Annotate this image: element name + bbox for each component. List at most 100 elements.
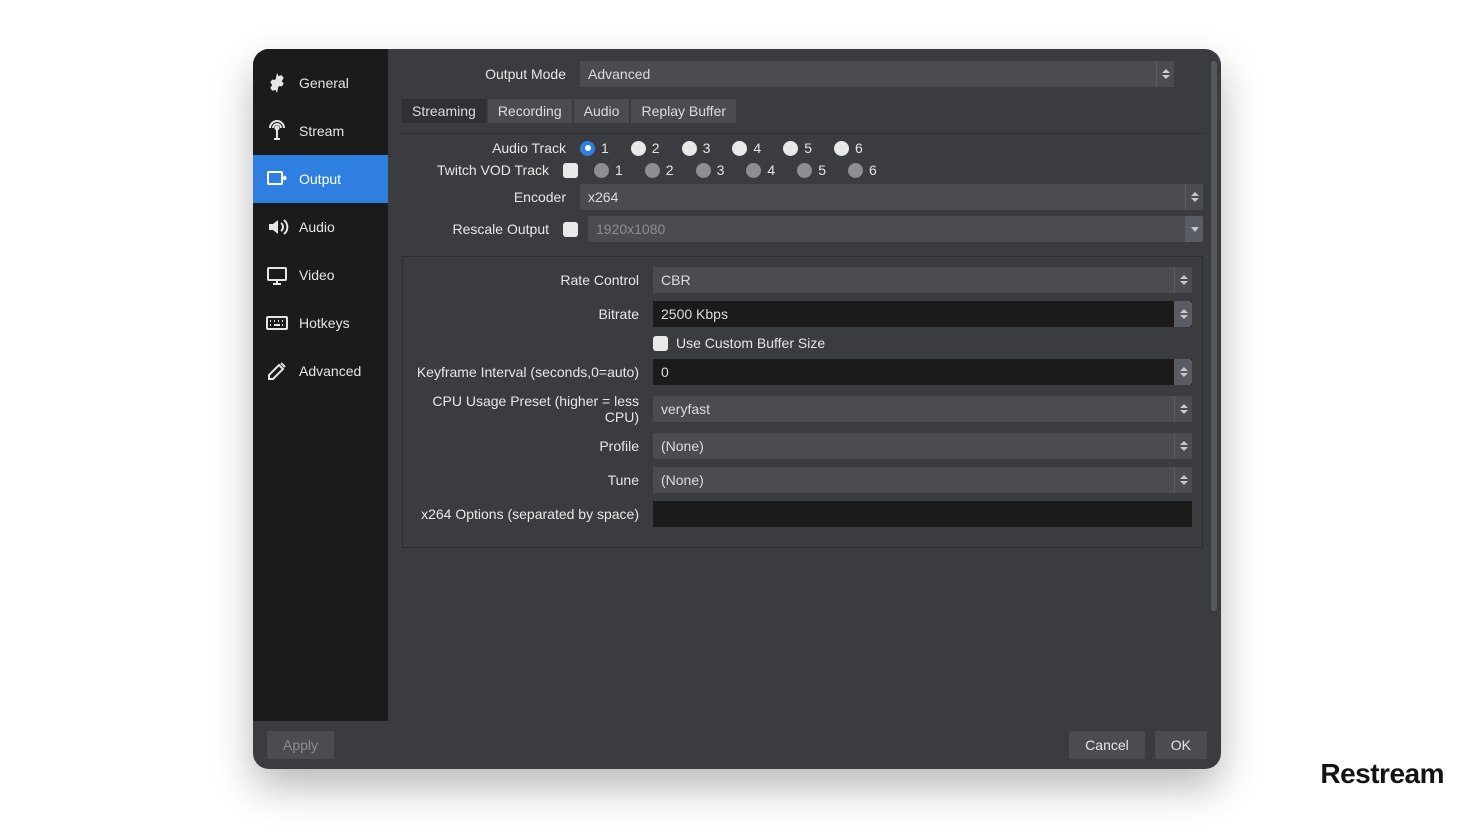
- twitch-vod-row: Twitch VOD Track 1 2 3 4 5 6: [402, 162, 1203, 178]
- custom-buffer-group: Use Custom Buffer Size: [653, 335, 1192, 351]
- tools-icon: [265, 359, 289, 383]
- output-settings-main: Output Mode Advanced Streaming Recording…: [388, 49, 1221, 721]
- keyframe-row: Keyframe Interval (seconds,0=auto) 0: [413, 359, 1192, 385]
- audio-track-radio-1[interactable]: 1: [580, 140, 609, 156]
- twitch-vod-radio-1[interactable]: 1: [594, 162, 623, 178]
- sidebar-item-hotkeys[interactable]: Hotkeys: [253, 299, 388, 347]
- tune-select[interactable]: (None): [653, 467, 1192, 493]
- twitch-vod-radio-6[interactable]: 6: [848, 162, 877, 178]
- tab-recording[interactable]: Recording: [488, 99, 572, 123]
- ok-button[interactable]: OK: [1155, 731, 1207, 759]
- x264-opts-label: x264 Options (separated by space): [413, 506, 653, 522]
- audio-track-radio-4[interactable]: 4: [732, 140, 761, 156]
- monitor-icon: [265, 263, 289, 287]
- sidebar: General Stream Output Audio: [253, 49, 388, 721]
- custom-buffer-row: Use Custom Buffer Size: [413, 335, 1192, 351]
- sidebar-item-output[interactable]: Output: [253, 155, 388, 203]
- sidebar-item-stream[interactable]: Stream: [253, 107, 388, 155]
- twitch-vod-radio-2[interactable]: 2: [645, 162, 674, 178]
- updown-icon: [1174, 433, 1192, 459]
- stepper-icon[interactable]: [1174, 359, 1192, 385]
- tab-audio[interactable]: Audio: [574, 99, 630, 123]
- twitch-vod-radio-5[interactable]: 5: [797, 162, 826, 178]
- encoder-value: x264: [588, 189, 618, 205]
- custom-buffer-checkbox[interactable]: [653, 336, 668, 351]
- output-mode-label: Output Mode: [402, 66, 580, 82]
- settings-window: General Stream Output Audio: [253, 49, 1221, 769]
- twitch-vod-group: 1 2 3 4 5 6: [594, 162, 1203, 178]
- audio-track-radio-3[interactable]: 3: [682, 140, 711, 156]
- updown-icon: [1185, 184, 1203, 210]
- encoder-row: Encoder x264: [402, 184, 1203, 210]
- sidebar-label: Stream: [299, 123, 344, 139]
- encoder-select[interactable]: x264: [580, 184, 1203, 210]
- updown-icon: [1174, 396, 1192, 422]
- bitrate-row: Bitrate 2500 Kbps: [413, 301, 1192, 327]
- bitrate-input[interactable]: 2500 Kbps: [653, 301, 1192, 327]
- cpu-preset-value: veryfast: [661, 401, 710, 417]
- tab-streaming[interactable]: Streaming: [402, 99, 486, 123]
- rescale-select[interactable]: 1920x1080: [588, 216, 1203, 242]
- broadcast-icon: [265, 119, 289, 143]
- gear-icon: [265, 71, 289, 95]
- tab-replay-buffer[interactable]: Replay Buffer: [631, 99, 736, 123]
- tune-row: Tune (None): [413, 467, 1192, 493]
- cpu-preset-select[interactable]: veryfast: [653, 396, 1192, 422]
- keyframe-label: Keyframe Interval (seconds,0=auto): [413, 364, 653, 380]
- audio-track-radio-6[interactable]: 6: [834, 140, 863, 156]
- twitch-vod-label: Twitch VOD Track: [402, 162, 563, 178]
- bitrate-value: 2500 Kbps: [661, 306, 728, 322]
- sidebar-label: Video: [299, 267, 335, 283]
- output-mode-row: Output Mode Advanced: [402, 61, 1203, 87]
- profile-label: Profile: [413, 438, 653, 454]
- rate-control-select[interactable]: CBR: [653, 267, 1192, 293]
- audio-track-label: Audio Track: [402, 140, 580, 156]
- keyboard-icon: [265, 311, 289, 335]
- custom-buffer-label: Use Custom Buffer Size: [676, 335, 825, 351]
- tune-label: Tune: [413, 472, 653, 488]
- rate-control-value: CBR: [661, 272, 691, 288]
- audio-track-row: Audio Track 1 2 3 4 5 6: [402, 140, 1203, 156]
- encoder-label: Encoder: [402, 189, 580, 205]
- x264-opts-row: x264 Options (separated by space): [413, 501, 1192, 527]
- settings-body: General Stream Output Audio: [253, 49, 1221, 721]
- twitch-vod-radio-3[interactable]: 3: [696, 162, 725, 178]
- encoder-settings-panel: Rate Control CBR Bitrate 2500 Kbps: [402, 256, 1203, 548]
- chevron-down-icon: [1185, 216, 1203, 242]
- profile-value: (None): [661, 438, 704, 454]
- audio-track-radio-5[interactable]: 5: [783, 140, 812, 156]
- audio-track-radio-2[interactable]: 2: [631, 140, 660, 156]
- apply-button[interactable]: Apply: [267, 731, 334, 759]
- sidebar-label: Audio: [299, 219, 335, 235]
- keyframe-input[interactable]: 0: [653, 359, 1192, 385]
- dialog-footer: Apply Cancel OK: [253, 721, 1221, 769]
- cpu-preset-label: CPU Usage Preset (higher = less CPU): [413, 393, 653, 425]
- output-mode-select[interactable]: Advanced: [580, 61, 1174, 87]
- x264-opts-input[interactable]: [653, 501, 1192, 527]
- tabs-divider: [402, 133, 1203, 134]
- profile-select[interactable]: (None): [653, 433, 1192, 459]
- sidebar-item-audio[interactable]: Audio: [253, 203, 388, 251]
- tune-value: (None): [661, 472, 704, 488]
- keyframe-value: 0: [661, 364, 669, 380]
- scrollbar[interactable]: [1211, 61, 1217, 611]
- updown-icon: [1156, 61, 1174, 87]
- twitch-vod-radio-4[interactable]: 4: [746, 162, 775, 178]
- profile-row: Profile (None): [413, 433, 1192, 459]
- sidebar-item-advanced[interactable]: Advanced: [253, 347, 388, 395]
- rescale-checkbox[interactable]: [563, 222, 578, 237]
- twitch-vod-checkbox[interactable]: [563, 163, 578, 178]
- rescale-value: 1920x1080: [596, 221, 665, 237]
- output-tabs: Streaming Recording Audio Replay Buffer: [402, 99, 1203, 123]
- rate-control-label: Rate Control: [413, 272, 653, 288]
- cpu-preset-row: CPU Usage Preset (higher = less CPU) ver…: [413, 393, 1192, 425]
- audio-track-group: 1 2 3 4 5 6: [580, 140, 1203, 156]
- sidebar-item-video[interactable]: Video: [253, 251, 388, 299]
- sidebar-label: Output: [299, 171, 341, 187]
- sidebar-label: Advanced: [299, 363, 361, 379]
- stepper-icon[interactable]: [1174, 301, 1192, 327]
- cancel-button[interactable]: Cancel: [1069, 731, 1145, 759]
- output-mode-value: Advanced: [588, 66, 650, 82]
- sidebar-item-general[interactable]: General: [253, 59, 388, 107]
- updown-icon: [1174, 467, 1192, 493]
